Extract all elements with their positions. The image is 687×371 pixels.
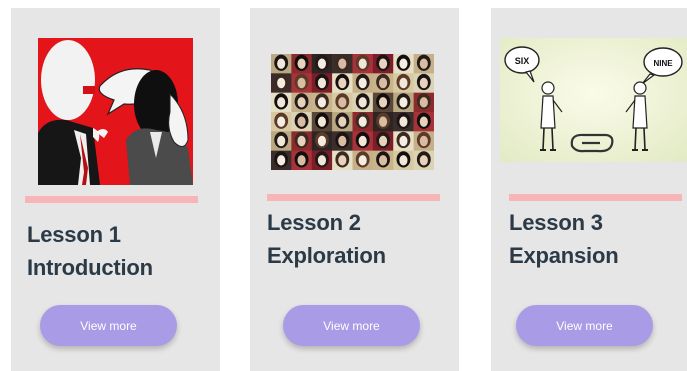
lesson-1-name: Introduction xyxy=(27,255,153,280)
lesson-2-name: Exploration xyxy=(267,243,386,268)
nine-text: NINE xyxy=(653,59,673,68)
lesson-1-image xyxy=(38,38,193,185)
lesson-card-1: Lesson 1 Introduction View more xyxy=(11,8,220,371)
lesson-card-2: Lesson 2 Exploration View more xyxy=(250,8,459,371)
lesson-1-view-more-button[interactable]: View more xyxy=(40,305,177,346)
portrait-grid-illustration xyxy=(271,54,434,170)
card-divider xyxy=(509,194,682,201)
lesson-2-view-more-button[interactable]: View more xyxy=(283,305,420,346)
lesson-card-3: SIX NINE Lesson 3 Expansion View more xyxy=(491,8,687,371)
lesson-1-title: Lesson 1 Introduction xyxy=(27,218,153,284)
six-nine-perspective-cartoon: SIX NINE xyxy=(500,38,687,162)
six-text: SIX xyxy=(515,56,530,66)
lesson-3-title: Lesson 3 Expansion xyxy=(509,206,619,272)
card-divider xyxy=(267,194,440,201)
lesson-3-view-more-button[interactable]: View more xyxy=(516,305,653,346)
two-figures-talking-illustration xyxy=(38,38,193,185)
lesson-1-number: Lesson 1 xyxy=(27,222,121,247)
card-divider xyxy=(25,196,198,203)
lesson-3-name: Expansion xyxy=(509,243,619,268)
lesson-2-number: Lesson 2 xyxy=(267,210,361,235)
lesson-3-image: SIX NINE xyxy=(500,38,687,162)
lesson-2-title: Lesson 2 Exploration xyxy=(267,206,386,272)
lesson-3-number: Lesson 3 xyxy=(509,210,603,235)
lesson-2-image xyxy=(271,54,434,170)
